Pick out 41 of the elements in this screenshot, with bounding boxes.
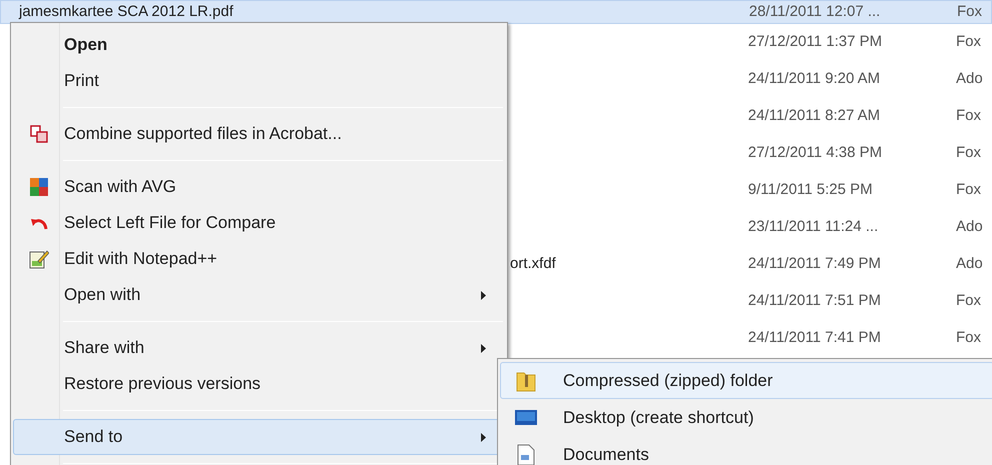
type-cell-text: Fox (957, 2, 982, 22)
type-cell-text: Fox (956, 180, 982, 200)
date-cell-text: 24/11/2011 8:27 AM (748, 106, 882, 126)
type-cell-text: Fox (956, 32, 982, 52)
type-cell-text: Fox (956, 328, 982, 348)
date-cell-text: 9/11/2011 5:25 PM (748, 180, 874, 200)
date-cell-text: 23/11/2011 11:24 ... (748, 217, 880, 238)
type-cell-text: Ado (956, 217, 983, 238)
pages-icon (30, 125, 48, 143)
notepad-icon (29, 249, 49, 269)
type-cell-text: Fox (956, 291, 982, 312)
menu-item[interactable]: Select Left File for Compare (13, 205, 505, 241)
menu-item[interactable]: Print (13, 63, 505, 99)
submenu-arrow-icon (481, 344, 486, 352)
file-row[interactable]: jamesmkartee SCA 2012 LR.pdf 28/11/2011 12:07 ... Fox (0, 0, 992, 24)
date-cell-text: 28/11/2011 12:07 ... (749, 2, 882, 22)
file-name: ort.xfdf (510, 254, 556, 274)
menu-item[interactable]: Open (13, 27, 505, 63)
date-cell-text: 24/11/2011 7:51 PM (748, 291, 882, 312)
menu-item[interactable]: Open with (13, 277, 505, 313)
menu-item[interactable]: Combine supported files in Acrobat... (13, 116, 505, 152)
date-cell-text: 27/12/2011 4:38 PM (748, 143, 883, 164)
type-cell-text: Ado (956, 254, 983, 274)
desktop-icon (515, 408, 537, 426)
zipped-folder-icon (516, 370, 536, 392)
menu-item[interactable]: Edit with Notepad++ (13, 241, 505, 277)
date-cell-text: 24/11/2011 7:41 PM (748, 328, 882, 348)
document-icon (517, 444, 535, 465)
type-cell-text: Fox (956, 106, 982, 126)
menu-item[interactable]: Scan with AVG (13, 169, 505, 205)
menu-item[interactable]: Compressed (zipped) folder (500, 362, 992, 399)
date-cell-text: 24/11/2011 9:20 AM (748, 69, 882, 90)
submenu-arrow-icon (481, 290, 486, 300)
date-cell-text: 24/11/2011 7:49 PM (748, 254, 882, 274)
curved-arrow-icon (30, 216, 48, 230)
submenu-arrow-icon (481, 432, 486, 442)
date-cell-text: 27/12/2011 1:37 PM (748, 32, 883, 52)
type-cell-text: Fox (956, 143, 982, 164)
file-name: jamesmkartee SCA 2012 LR.pdf (19, 2, 234, 22)
type-cell-text: Ado (956, 69, 983, 90)
colored-squares-icon (30, 178, 48, 196)
